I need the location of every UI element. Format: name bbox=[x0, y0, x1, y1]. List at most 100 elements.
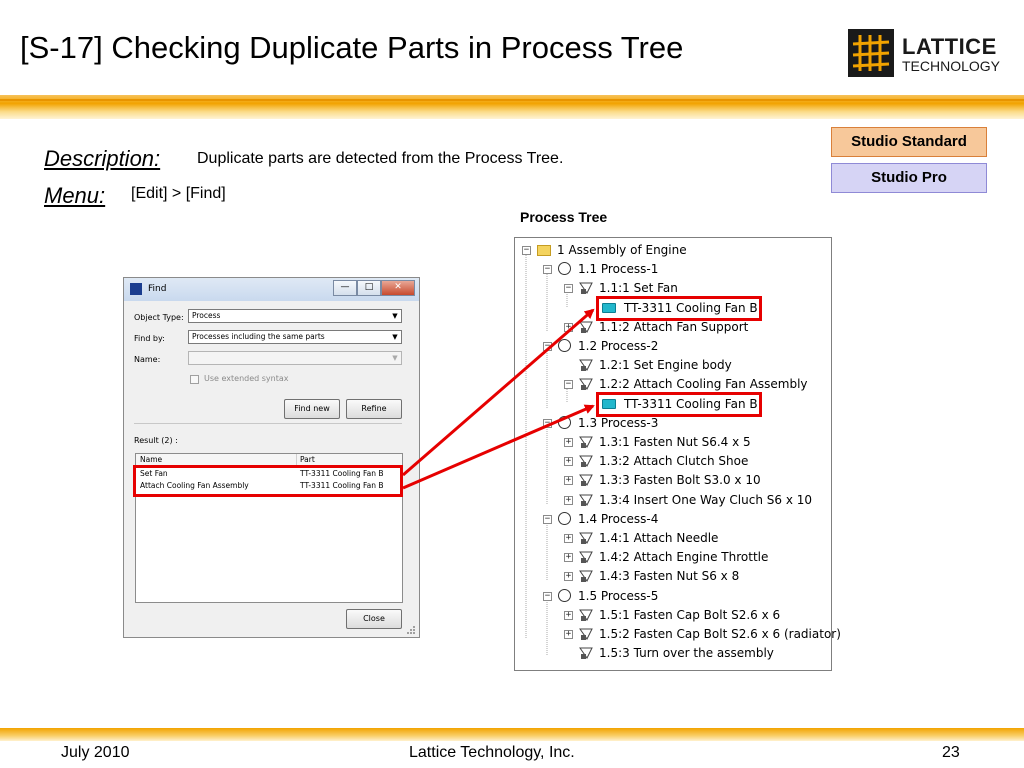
tree-node[interactable]: − 1.1:1 Set Fan bbox=[515, 279, 831, 297]
name-field[interactable]: ▼ bbox=[188, 351, 402, 365]
tree-node-label: 1.2:2 Attach Cooling Fan Assembly bbox=[599, 377, 808, 391]
slide-title: [S-17] Checking Duplicate Parts in Proce… bbox=[20, 30, 684, 65]
column-header-name[interactable]: Name bbox=[140, 455, 162, 464]
circle-icon bbox=[558, 589, 571, 602]
refine-button[interactable]: Refine bbox=[346, 399, 402, 419]
tree-node-label: 1.5:2 Fasten Cap Bolt S2.6 x 6 (radiator… bbox=[599, 627, 841, 641]
tree-node-label: 1.1:2 Attach Fan Support bbox=[599, 320, 749, 334]
tree-node-label: 1.4:1 Attach Needle bbox=[599, 531, 719, 545]
logo-wordmark: LATTICE bbox=[902, 34, 997, 59]
close-button[interactable]: Close bbox=[346, 609, 402, 629]
operation-triangle-icon bbox=[579, 608, 593, 622]
expand-toggle-icon[interactable]: + bbox=[564, 323, 573, 332]
extended-syntax-label: Use extended syntax bbox=[204, 374, 289, 383]
circle-icon bbox=[558, 262, 571, 275]
tree-node-label: 1.3:3 Fasten Bolt S3.0 x 10 bbox=[599, 473, 761, 487]
operation-triangle-icon bbox=[579, 646, 593, 660]
tree-node[interactable]: +1.3:1 Fasten Nut S6.4 x 5 bbox=[515, 433, 831, 451]
close-window-button[interactable]: ✕ bbox=[381, 280, 415, 296]
footer-page-number: 23 bbox=[942, 744, 960, 761]
expand-toggle-icon[interactable]: + bbox=[564, 611, 573, 620]
tree-node-label: 1.3:2 Attach Clutch Shoe bbox=[599, 454, 749, 468]
header-band-line bbox=[0, 99, 1024, 101]
collapse-toggle-icon[interactable]: − bbox=[543, 342, 552, 351]
expand-toggle-icon[interactable]: + bbox=[564, 553, 573, 562]
operation-triangle-icon bbox=[579, 281, 593, 295]
expand-toggle-icon[interactable]: + bbox=[564, 457, 573, 466]
resize-grip-icon[interactable] bbox=[405, 624, 417, 636]
expand-toggle-icon[interactable]: + bbox=[564, 496, 573, 505]
expand-toggle-icon[interactable]: + bbox=[564, 534, 573, 543]
collapse-toggle-icon[interactable]: − bbox=[543, 592, 552, 601]
tree-node[interactable]: +1.4:2 Attach Engine Throttle bbox=[515, 548, 831, 566]
tree-node[interactable]: − 1.2:2 Attach Cooling Fan Assembly bbox=[515, 375, 831, 393]
operation-triangle-icon bbox=[579, 531, 593, 545]
find-by-label: Find by: bbox=[134, 334, 165, 343]
result-count-label: Result (2) : bbox=[134, 436, 178, 445]
circle-icon bbox=[558, 339, 571, 352]
expand-toggle-icon[interactable]: + bbox=[564, 630, 573, 639]
name-label: Name: bbox=[134, 355, 161, 364]
tree-node[interactable]: +1.3:4 Insert One Way Cluch S6 x 10 bbox=[515, 491, 831, 509]
lattice-logo-icon bbox=[848, 29, 894, 77]
collapse-toggle-icon[interactable]: − bbox=[564, 380, 573, 389]
collapse-toggle-icon[interactable]: − bbox=[543, 419, 552, 428]
collapse-toggle-icon[interactable]: − bbox=[543, 265, 552, 274]
tree-node-label: 1.3:1 Fasten Nut S6.4 x 5 bbox=[599, 435, 751, 449]
description-text: Duplicate parts are detected from the Pr… bbox=[197, 150, 564, 167]
footer-band bbox=[0, 728, 1024, 741]
menu-label: Menu: bbox=[44, 183, 106, 208]
tree-node-label: 1.2 Process-2 bbox=[578, 339, 659, 353]
operation-triangle-icon bbox=[579, 435, 593, 449]
expand-toggle-icon[interactable]: + bbox=[564, 572, 573, 581]
operation-triangle-icon bbox=[579, 627, 593, 641]
object-type-select[interactable]: Process ▼ bbox=[188, 309, 402, 323]
circle-icon bbox=[558, 416, 571, 429]
find-new-button[interactable]: Find new bbox=[284, 399, 340, 419]
folder-icon bbox=[537, 245, 551, 256]
tree-node[interactable]: 1.5:3 Turn over the assembly bbox=[515, 644, 831, 662]
divider bbox=[134, 423, 402, 424]
find-by-value: Processes including the same parts bbox=[192, 332, 325, 341]
badge-studio-standard: Studio Standard bbox=[831, 127, 987, 157]
tree-node[interactable]: +1.5:1 Fasten Cap Bolt S2.6 x 6 bbox=[515, 606, 831, 624]
tree-node[interactable]: − 1 Assembly of Engine bbox=[515, 241, 831, 259]
expand-toggle-icon[interactable]: + bbox=[564, 476, 573, 485]
operation-triangle-icon bbox=[579, 377, 593, 391]
tree-node[interactable]: +1.3:2 Attach Clutch Shoe bbox=[515, 452, 831, 470]
tree-node[interactable]: +1.4:3 Fasten Nut S6 x 8 bbox=[515, 567, 831, 585]
tree-node[interactable]: +1.5:2 Fasten Cap Bolt S2.6 x 6 (radiato… bbox=[515, 625, 841, 643]
tree-node-label: 1.3:4 Insert One Way Cluch S6 x 10 bbox=[599, 493, 813, 507]
process-tree-caption: Process Tree bbox=[520, 209, 608, 225]
tree-node-label: 1.1:1 Set Fan bbox=[599, 281, 678, 295]
tree-duplicate-highlight bbox=[596, 296, 762, 321]
tree-node-label: 1.4:3 Fasten Nut S6 x 8 bbox=[599, 569, 740, 583]
tree-node[interactable]: +1.4:1 Attach Needle bbox=[515, 529, 831, 547]
find-by-select[interactable]: Processes including the same parts ▼ bbox=[188, 330, 402, 344]
tree-node-label: 1.1 Process-1 bbox=[578, 262, 659, 276]
tree-node-label: 1.2:1 Set Engine body bbox=[599, 358, 732, 372]
footer-date: July 2010 bbox=[61, 744, 130, 761]
tree-node[interactable]: 1.2:1 Set Engine body bbox=[515, 356, 831, 374]
column-header-part[interactable]: Part bbox=[300, 455, 315, 464]
tree-node[interactable]: − 1.1 Process-1 bbox=[515, 260, 831, 278]
operation-triangle-icon bbox=[579, 550, 593, 564]
collapse-toggle-icon[interactable]: − bbox=[564, 284, 573, 293]
footer-company: Lattice Technology, Inc. bbox=[409, 744, 575, 761]
description-label: Description: bbox=[44, 146, 161, 171]
badge-studio-pro: Studio Pro bbox=[831, 163, 987, 193]
tree-node-label: 1.5:1 Fasten Cap Bolt S2.6 x 6 bbox=[599, 608, 781, 622]
minimize-button[interactable]: — bbox=[333, 280, 357, 296]
tree-node[interactable]: − 1.2 Process-2 bbox=[515, 337, 831, 355]
collapse-toggle-icon[interactable]: − bbox=[543, 515, 552, 524]
maximize-button[interactable]: □ bbox=[357, 280, 381, 296]
tree-node[interactable]: − 1.5 Process-5 bbox=[515, 587, 831, 605]
extended-syntax-checkbox[interactable] bbox=[190, 375, 199, 384]
tree-node[interactable]: − 1.4 Process-4 bbox=[515, 510, 831, 528]
collapse-toggle-icon[interactable]: − bbox=[522, 246, 531, 255]
tree-node-label: 1 Assembly of Engine bbox=[557, 243, 687, 257]
find-dialog-titlebar[interactable]: Find — □ ✕ bbox=[124, 278, 419, 301]
result-rows-highlight bbox=[133, 465, 403, 497]
tree-node[interactable]: +1.3:3 Fasten Bolt S3.0 x 10 bbox=[515, 471, 831, 489]
expand-toggle-icon[interactable]: + bbox=[564, 438, 573, 447]
